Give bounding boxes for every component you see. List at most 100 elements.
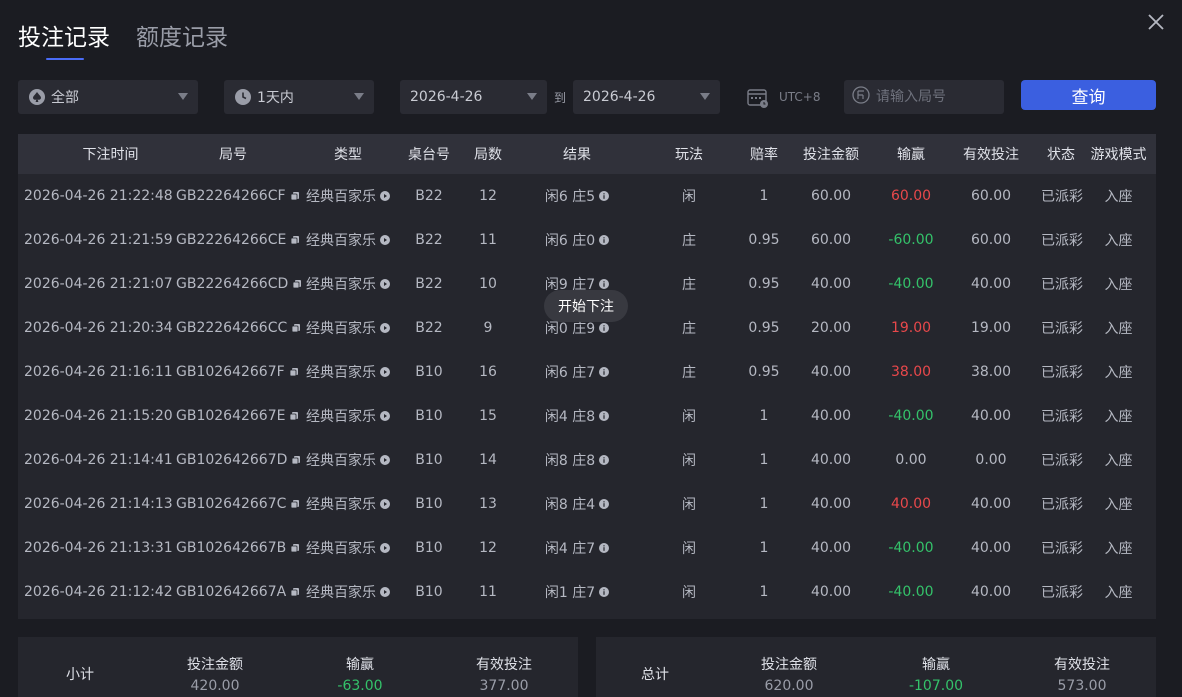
table-row: 2026-04-26 21:15:20 GB102642667E 经典百家乐 B10 1…: [18, 394, 1156, 438]
chevron-down-icon: [700, 93, 710, 100]
info-icon[interactable]: [599, 543, 610, 553]
round-id: GB102642667F: [176, 364, 285, 380]
play-video-icon[interactable]: [380, 323, 390, 333]
column-header-odds: 赔率: [750, 147, 778, 163]
subtotal-winloss-label: 输赢: [346, 657, 374, 673]
bet-amount: 60.00: [810, 188, 852, 204]
game-type-cell: 经典百家乐: [291, 362, 405, 382]
win-loss: -40.00: [888, 408, 934, 424]
info-icon[interactable]: [599, 279, 610, 289]
play-video-icon[interactable]: [380, 235, 390, 245]
bet-records-table: 下注时间 局号 类型 桌台号 局数 结果 玩法 赔率 投注金额 输赢 有效投注 状态 游戏模式 2026…: [18, 134, 1156, 619]
round-id-cell: GB102642667B: [175, 540, 300, 556]
query-button[interactable]: 查询: [1021, 80, 1156, 110]
game-mode: 入座: [1104, 541, 1133, 557]
info-icon[interactable]: [599, 191, 610, 201]
column-header-mode: 游戏模式: [1090, 147, 1147, 163]
table-no: B10: [415, 364, 443, 380]
round-id-cell: GB22264266CC: [175, 320, 301, 336]
bet-amount: 40.00: [810, 584, 852, 600]
time-range-select[interactable]: 1天内: [224, 80, 374, 114]
bet-amount: 20.00: [810, 320, 852, 336]
round-no: 10: [479, 276, 497, 292]
calendar-icon[interactable]: [746, 86, 770, 110]
game-select[interactable]: 全部: [18, 80, 198, 114]
game-type: 经典百家乐: [306, 453, 376, 469]
result: 闲8 庄4: [544, 497, 596, 513]
column-header-valid: 有效投注: [963, 147, 1019, 163]
subtotal-panel: 小计 投注金额 420.00 输赢 -63.00 有效投注 377.00: [18, 637, 578, 697]
table-row: 2026-04-26 21:14:41 GB102642667D 经典百家乐 B10 1…: [18, 438, 1156, 482]
odds: 1: [759, 496, 769, 512]
column-header-type: 类型: [334, 147, 362, 163]
round-id-cell: GB102642667E: [175, 408, 299, 424]
result-cell: 闲1 庄7: [523, 582, 631, 602]
play-video-icon[interactable]: [380, 279, 390, 289]
play-video-icon[interactable]: [380, 455, 390, 465]
column-header-play: 玩法: [675, 147, 703, 163]
table-row: 2026-04-26 21:13:31 GB102642667B 经典百家乐 B10 1…: [18, 526, 1156, 570]
bet-amount: 40.00: [810, 276, 852, 292]
column-header-round-id: 局号: [219, 147, 247, 163]
status: 已派彩: [1041, 277, 1083, 293]
round-id: GB102642667C: [176, 496, 287, 512]
play-video-icon[interactable]: [380, 411, 390, 421]
game-mode: 入座: [1104, 189, 1133, 205]
bet-time: 2026-04-26 21:20:34: [24, 320, 173, 336]
result: 闲4 庄8: [544, 409, 596, 425]
tab-bet-records[interactable]: 投注记录: [18, 18, 110, 60]
game-mode: 入座: [1104, 585, 1133, 601]
odds: 0.95: [748, 320, 780, 336]
play-video-icon[interactable]: [380, 499, 390, 509]
date-from-select[interactable]: 2026-4-26: [400, 80, 547, 114]
round-search-field[interactable]: [844, 80, 1004, 114]
game-type: 经典百家乐: [306, 541, 376, 557]
info-icon[interactable]: [599, 455, 610, 465]
table-no: B22: [415, 188, 443, 204]
info-icon[interactable]: [599, 235, 610, 245]
win-loss: 19.00: [890, 320, 932, 336]
info-icon[interactable]: [599, 587, 610, 597]
win-loss: -40.00: [888, 584, 934, 600]
table-row: 2026-04-26 21:12:42 GB102642667A 经典百家乐 B10 1…: [18, 570, 1156, 614]
table-no: B10: [415, 496, 443, 512]
round-id: GB102642667D: [176, 452, 288, 468]
column-header-winloss: 输赢: [897, 147, 925, 163]
close-icon[interactable]: [1144, 10, 1168, 34]
total-valid-label: 有效投注: [1054, 657, 1110, 673]
table-header: 下注时间 局号 类型 桌台号 局数 结果 玩法 赔率 投注金额 输赢 有效投注 状态 游戏模式: [18, 134, 1156, 174]
play-video-icon[interactable]: [380, 191, 390, 201]
odds: 1: [759, 188, 769, 204]
info-icon[interactable]: [599, 323, 610, 333]
round-id: GB102642667A: [176, 584, 287, 600]
play-video-icon[interactable]: [380, 367, 390, 377]
date-from-value: 2026-4-26: [410, 89, 483, 105]
round-id: GB22264266CC: [176, 320, 288, 336]
chevron-down-icon: [178, 93, 188, 100]
tab-quota-records[interactable]: 额度记录: [136, 18, 228, 60]
round-no: 13: [479, 496, 497, 512]
info-icon[interactable]: [599, 411, 610, 421]
game-type-cell: 经典百家乐: [291, 274, 405, 294]
timezone-label: UTC+8: [779, 90, 821, 104]
play-video-icon[interactable]: [380, 543, 390, 553]
round-search-input[interactable]: [876, 89, 996, 105]
tab-bar: 投注记录 额度记录: [18, 18, 228, 60]
game-type: 经典百家乐: [306, 233, 376, 249]
table-no: B22: [415, 276, 443, 292]
date-to-select[interactable]: 2026-4-26: [573, 80, 720, 114]
status: 已派彩: [1041, 321, 1083, 337]
total-amount-label: 投注金额: [761, 657, 817, 673]
play-video-icon[interactable]: [380, 587, 390, 597]
valid-bet: 40.00: [970, 496, 1012, 512]
bet-time: 2026-04-26 21:12:42: [24, 584, 173, 600]
total-amount-value: 620.00: [764, 678, 814, 694]
round-id: GB22264266CF: [176, 188, 286, 204]
game-type: 经典百家乐: [306, 409, 376, 425]
info-icon[interactable]: [599, 367, 610, 377]
odds: 0.95: [748, 276, 780, 292]
bet-amount: 40.00: [810, 408, 852, 424]
valid-bet: 40.00: [970, 540, 1012, 556]
info-icon[interactable]: [599, 499, 610, 509]
table-no: B22: [415, 320, 443, 336]
